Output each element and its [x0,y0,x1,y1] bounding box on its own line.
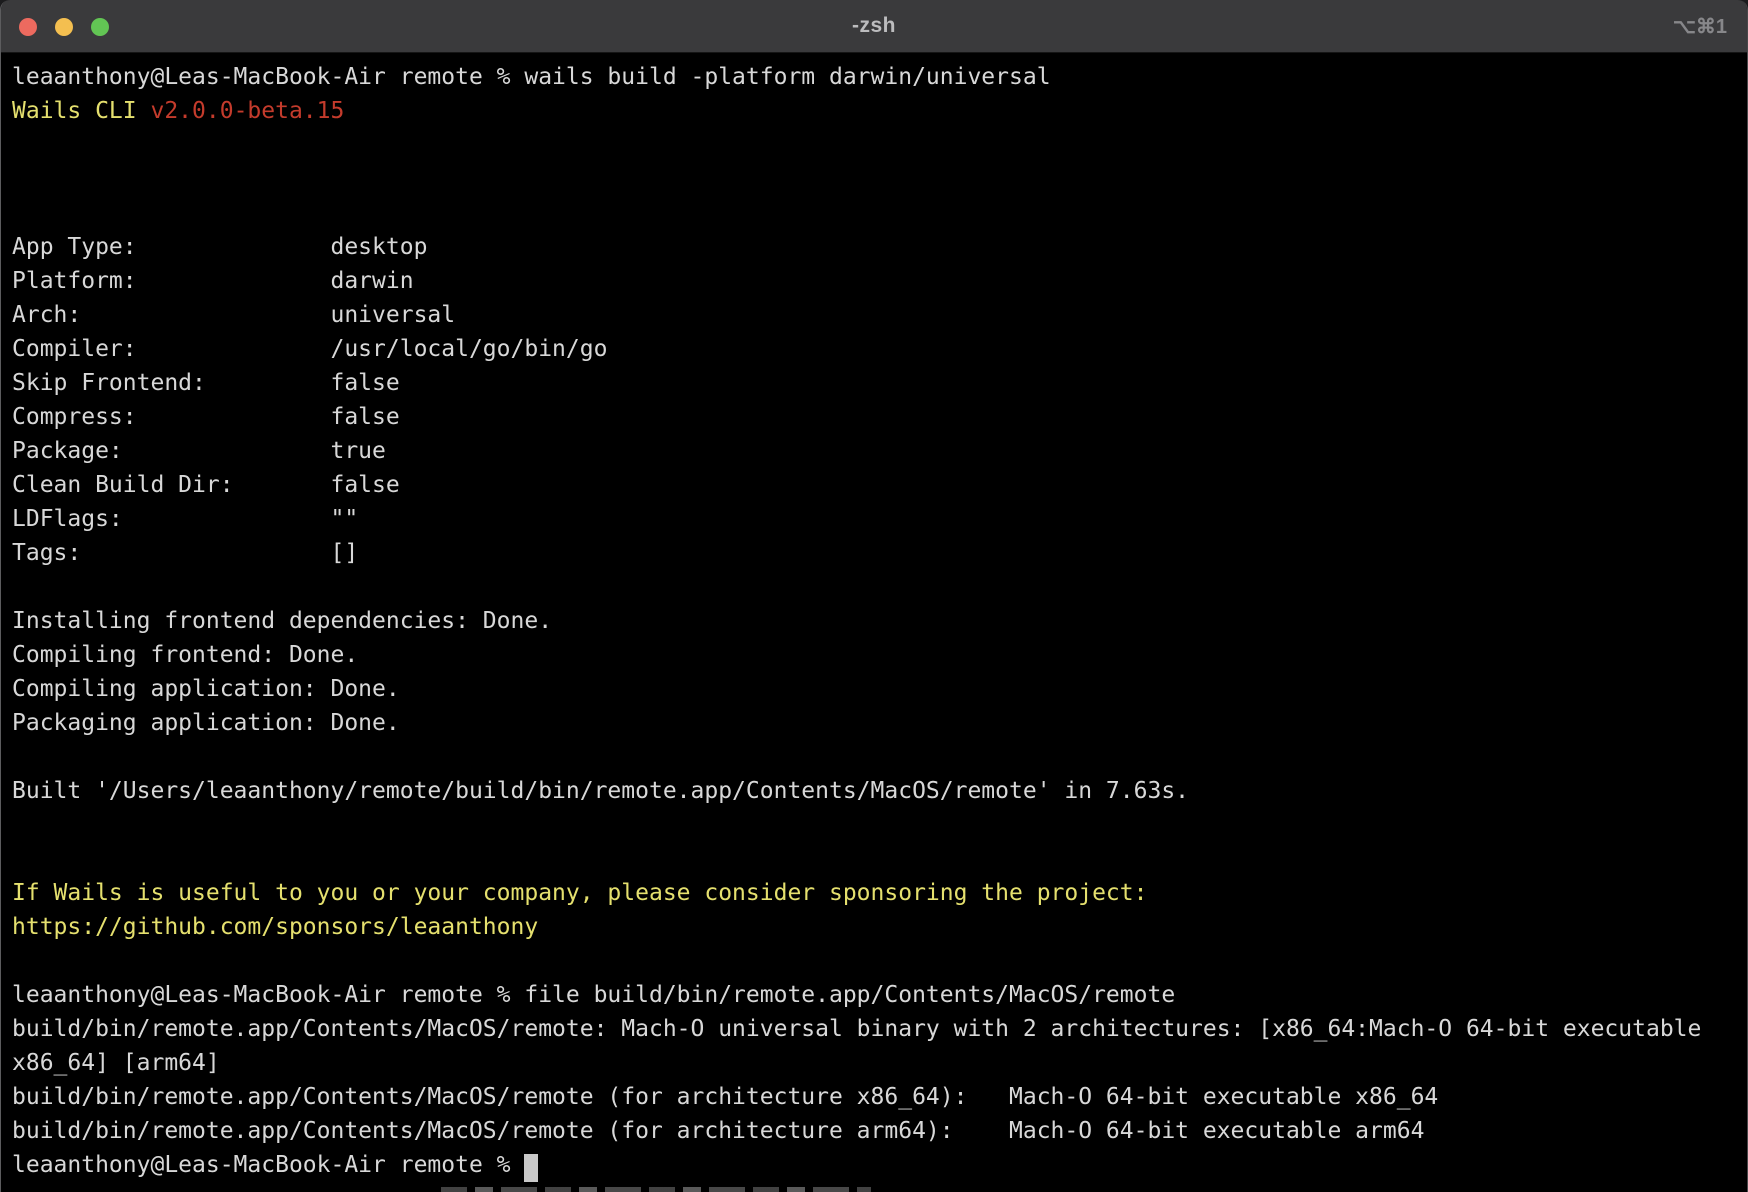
text-segment: LDFlags: "" [12,506,358,532]
terminal-line: Clean Build Dir: false [12,468,1736,502]
terminal-line: Platform: darwin [12,264,1736,298]
terminal-line: If Wails is useful to you or your compan… [12,876,1736,910]
terminal-line: Arch: universal [12,298,1736,332]
terminal-line: leaanthony@Leas-MacBook-Air remote % fil… [12,978,1736,1012]
text-segment: Wails CLI [12,98,150,124]
terminal-line: Compiler: /usr/local/go/bin/go [12,332,1736,366]
terminal-line: Compress: false [12,400,1736,434]
terminal-line [12,162,1736,196]
terminal-output: leaanthony@Leas-MacBook-Air remote % wai… [1,53,1747,1182]
text-segment: build/bin/remote.app/Contents/MacOS/remo… [12,1118,1424,1144]
terminal-line [12,740,1736,774]
text-segment: Package: true [12,438,386,464]
terminal-line [12,842,1736,876]
terminal-line: x86_64] [arm64] [12,1046,1736,1080]
text-segment: Compiler: /usr/local/go/bin/go [12,336,607,362]
text-segment: Compiling application: Done. [12,676,400,702]
window-shortcut-hint: ⌥⌘1 [1673,0,1727,53]
zoom-button[interactable] [91,18,109,36]
text-segment: x86_64] [arm64] [12,1050,220,1076]
text-segment: build/bin/remote.app/Contents/MacOS/remo… [12,1084,1438,1110]
window-controls [19,0,109,53]
text-segment: Compress: false [12,404,400,430]
text-segment: leaanthony@Leas-MacBook-Air remote % wai… [12,64,1051,90]
terminal-line: build/bin/remote.app/Contents/MacOS/remo… [12,1012,1736,1046]
close-button[interactable] [19,18,37,36]
text-segment: leaanthony@Leas-MacBook-Air remote % [12,1152,524,1178]
minimize-button[interactable] [55,18,73,36]
terminal-window: -zsh ⌥⌘1 leaanthony@Leas-MacBook-Air rem… [0,0,1748,1192]
terminal-line: https://github.com/sponsors/leaanthony [12,910,1736,944]
terminal-line: leaanthony@Leas-MacBook-Air remote % [12,1148,1736,1182]
text-segment: Packaging application: Done. [12,710,400,736]
titlebar[interactable]: -zsh ⌥⌘1 [1,0,1747,53]
terminal-line: Skip Frontend: false [12,366,1736,400]
text-segment: Platform: darwin [12,268,414,294]
text-segment: Built '/Users/leaanthony/remote/build/bi… [12,778,1189,804]
terminal-line: Built '/Users/leaanthony/remote/build/bi… [12,774,1736,808]
terminal-line: Installing frontend dependencies: Done. [12,604,1736,638]
terminal-line: build/bin/remote.app/Contents/MacOS/remo… [12,1114,1736,1148]
text-segment: Tags: [] [12,540,358,566]
terminal-line: Compiling frontend: Done. [12,638,1736,672]
text-segment: Compiling frontend: Done. [12,642,358,668]
terminal-line [12,944,1736,978]
terminal-line [12,808,1736,842]
terminal-line [12,196,1736,230]
text-segment: App Type: desktop [12,234,427,260]
text-segment: Arch: universal [12,302,455,328]
text-segment: If Wails is useful to you or your compan… [12,880,1147,906]
terminal-line: App Type: desktop [12,230,1736,264]
terminal-line: Package: true [12,434,1736,468]
text-segment: build/bin/remote.app/Contents/MacOS/remo… [12,1016,1701,1042]
text-cursor [524,1154,538,1182]
cutoff-text-fragment [441,1187,871,1192]
terminal-line: Wails CLI v2.0.0-beta.15 [12,94,1736,128]
window-title: -zsh [1,14,1747,38]
terminal-line [12,128,1736,162]
terminal-line: Compiling application: Done. [12,672,1736,706]
terminal-line: Packaging application: Done. [12,706,1736,740]
terminal-line: LDFlags: "" [12,502,1736,536]
text-segment: Installing frontend dependencies: Done. [12,608,552,634]
terminal-line [12,570,1736,604]
text-segment: v2.0.0-beta.15 [150,98,344,124]
text-segment: leaanthony@Leas-MacBook-Air remote % fil… [12,982,1175,1008]
terminal-line: leaanthony@Leas-MacBook-Air remote % wai… [12,60,1736,94]
text-segment: https://github.com/sponsors/leaanthony [12,914,538,940]
text-segment: Skip Frontend: false [12,370,400,396]
terminal-line: Tags: [] [12,536,1736,570]
text-segment: Clean Build Dir: false [12,472,400,498]
terminal-line: build/bin/remote.app/Contents/MacOS/remo… [12,1080,1736,1114]
